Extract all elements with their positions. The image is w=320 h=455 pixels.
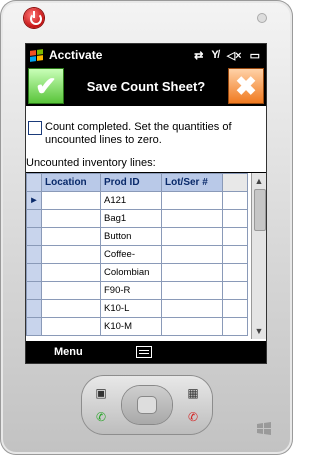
row-header-cell[interactable] xyxy=(26,281,42,300)
vertical-scrollbar[interactable]: ▲ ▼ xyxy=(251,173,266,339)
camera-lens-icon xyxy=(258,14,266,22)
lot-ser-cell[interactable] xyxy=(161,281,223,300)
row-header-cell[interactable] xyxy=(26,299,42,318)
table-row[interactable]: Button xyxy=(26,227,248,246)
count-completed-checkbox[interactable] xyxy=(28,121,42,135)
location-cell[interactable] xyxy=(41,299,101,318)
filler-cell xyxy=(222,281,248,300)
prod-id-cell[interactable]: Bag1 xyxy=(100,209,162,228)
inventory-table: Location Prod ID Lot/Ser # ► A121 Bag1 Butt… xyxy=(26,173,248,336)
windows-logo-icon xyxy=(257,422,271,435)
screen: Acctivate ⇄ Y̸ ◁× ▭ ✔ Save Count Sheet? … xyxy=(26,44,266,363)
dialog-body: Count completed. Set the quantities of u… xyxy=(26,106,266,341)
location-cell[interactable] xyxy=(41,317,101,336)
table-row[interactable]: ► A121 xyxy=(26,191,248,210)
x-icon: ✖ xyxy=(235,70,257,101)
filler-cell xyxy=(222,227,248,246)
menu-softkey[interactable]: Menu xyxy=(54,346,83,358)
prod-id-cell[interactable]: F90-R xyxy=(100,281,162,300)
prod-id-cell[interactable]: Button xyxy=(100,227,162,246)
prod-id-cell[interactable]: Colombian xyxy=(100,263,162,282)
call-phone-icon[interactable]: ✆ xyxy=(94,411,108,423)
grid-menu-icon[interactable]: ▦ xyxy=(186,387,200,399)
battery-icon[interactable]: ▭ xyxy=(250,49,260,62)
lot-ser-cell[interactable] xyxy=(161,245,223,264)
filler-cell xyxy=(222,263,248,282)
row-header-cell[interactable] xyxy=(26,245,42,264)
dialog-title: Save Count Sheet? xyxy=(86,78,206,94)
dialog-header: ✔ Save Count Sheet? ✖ xyxy=(26,66,266,106)
scroll-down-icon[interactable]: ▼ xyxy=(253,325,265,337)
row-header-cell[interactable] xyxy=(26,209,42,228)
lot-ser-cell[interactable] xyxy=(161,191,223,210)
prod-id-cell[interactable]: K10-M xyxy=(100,317,162,336)
location-cell[interactable] xyxy=(41,209,101,228)
scroll-thumb[interactable] xyxy=(254,189,266,231)
contacts-card-icon[interactable]: ▣ xyxy=(94,387,108,399)
column-header-location[interactable]: Location xyxy=(41,173,101,192)
column-header-filler xyxy=(222,173,248,192)
keyboard-icon[interactable] xyxy=(136,346,152,358)
scroll-up-icon[interactable]: ▲ xyxy=(253,175,265,187)
location-cell[interactable] xyxy=(41,281,101,300)
location-cell[interactable] xyxy=(41,227,101,246)
table-row[interactable]: K10-M xyxy=(26,317,248,336)
hardware-nav-panel: ▣ ▦ ✆ ✆ xyxy=(82,376,212,434)
row-header-cell[interactable] xyxy=(26,227,42,246)
taskbar: Acctivate ⇄ Y̸ ◁× ▭ xyxy=(26,44,266,66)
filler-cell xyxy=(222,209,248,228)
prod-id-cell[interactable]: A121 xyxy=(100,191,162,210)
checkmark-icon: ✔ xyxy=(35,70,57,101)
table-row[interactable]: K10-L xyxy=(26,299,248,318)
sync-icon[interactable]: ⇄ xyxy=(194,49,203,62)
table-row[interactable]: Coffee- xyxy=(26,245,248,264)
directional-pad[interactable] xyxy=(122,386,172,424)
row-header-corner xyxy=(26,173,42,192)
lot-ser-cell[interactable] xyxy=(161,263,223,282)
row-header-cell[interactable]: ► xyxy=(26,191,42,210)
row-header-cell[interactable] xyxy=(26,317,42,336)
row-header-cell[interactable] xyxy=(26,263,42,282)
count-completed-label: Count completed. Set the quantities of u… xyxy=(45,121,232,146)
table-row[interactable]: F90-R xyxy=(26,281,248,300)
lot-ser-cell[interactable] xyxy=(161,227,223,246)
location-cell[interactable] xyxy=(41,245,101,264)
end-call-icon[interactable]: ✆ xyxy=(186,411,200,423)
windows-start-icon[interactable] xyxy=(30,48,43,62)
table-row[interactable]: Colombian xyxy=(26,263,248,282)
count-completed-option[interactable]: Count completed. Set the quantities of u… xyxy=(28,121,265,147)
power-button[interactable] xyxy=(24,8,44,28)
signal-off-icon[interactable]: Y̸ xyxy=(211,49,218,62)
filler-cell xyxy=(222,191,248,210)
menu-bar: Menu xyxy=(26,341,266,363)
filler-cell xyxy=(222,299,248,318)
ok-button[interactable]: ✔ xyxy=(28,68,64,104)
speaker-muted-icon[interactable]: ◁× xyxy=(227,49,242,62)
prod-id-cell[interactable]: K10-L xyxy=(100,299,162,318)
column-header-prod-id[interactable]: Prod ID xyxy=(100,173,162,192)
inventory-grid[interactable]: Location Prod ID Lot/Ser # ► A121 Bag1 Butt… xyxy=(26,172,266,339)
table-header-row: Location Prod ID Lot/Ser # xyxy=(26,173,248,192)
column-header-lot-ser[interactable]: Lot/Ser # xyxy=(161,173,223,192)
location-cell[interactable] xyxy=(41,263,101,282)
filler-cell xyxy=(222,317,248,336)
location-cell[interactable] xyxy=(41,191,101,210)
table-row[interactable]: Bag1 xyxy=(26,209,248,228)
filler-cell xyxy=(222,245,248,264)
prod-id-cell[interactable]: Coffee- xyxy=(100,245,162,264)
app-title: Acctivate xyxy=(49,48,103,62)
uncounted-lines-label: Uncounted inventory lines: xyxy=(26,157,156,169)
lot-ser-cell[interactable] xyxy=(161,317,223,336)
cancel-button[interactable]: ✖ xyxy=(228,68,264,104)
device-frame: Acctivate ⇄ Y̸ ◁× ▭ ✔ Save Count Sheet? … xyxy=(0,0,293,455)
lot-ser-cell[interactable] xyxy=(161,209,223,228)
system-tray: ⇄ Y̸ ◁× ▭ xyxy=(194,49,260,62)
lot-ser-cell[interactable] xyxy=(161,299,223,318)
dpad-center-button[interactable] xyxy=(138,397,156,413)
